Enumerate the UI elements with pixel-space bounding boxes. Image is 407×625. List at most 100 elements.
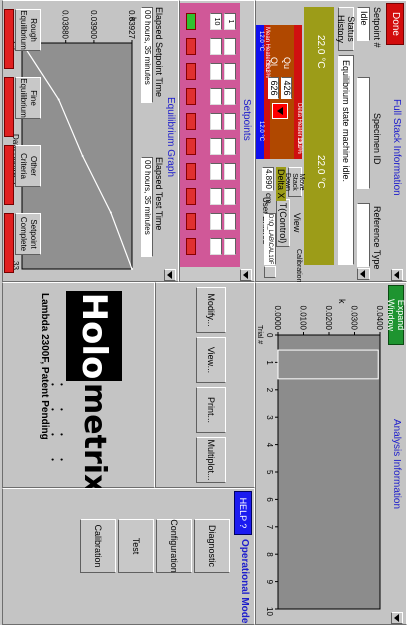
- done-button[interactable]: Done: [386, 3, 404, 45]
- setpoint-row[interactable]: [182, 186, 238, 208]
- analysis-y-tick-label: 0.0400: [375, 306, 384, 331]
- setpoint-status-led: [186, 213, 196, 230]
- logo-dots: • • • • • • • •: [48, 383, 66, 471]
- setpoint-status-led: [186, 38, 196, 55]
- eq-status-led: [4, 9, 14, 69]
- move-stack-down-button[interactable]: Move Stack Down: [285, 167, 306, 197]
- qu-field: 426: [281, 77, 292, 99]
- setpoint-label: Setpoint #: [372, 7, 382, 48]
- delta-x-field[interactable]: 4.890: [262, 167, 274, 191]
- setpoint-index-field[interactable]: [224, 138, 236, 155]
- setpoint-status-led: [186, 13, 196, 30]
- eq-data-point: [109, 211, 112, 214]
- expand-window-button[interactable]: Expand Window: [386, 285, 406, 345]
- eq-y-axis-label: k: [128, 17, 138, 22]
- analysis-y-tick-label: 0.0300: [350, 306, 359, 331]
- ql-label: Ql: [269, 57, 279, 66]
- eq-button-setpoint-complete[interactable]: Setpoint Complete: [15, 213, 41, 255]
- test-button[interactable]: Test: [118, 519, 154, 573]
- configuration-button[interactable]: Configuration: [156, 519, 192, 573]
- setpoint-value-field[interactable]: [210, 188, 222, 205]
- eq-button-rough-equilibrium[interactable]: Rough Equilibrium: [15, 9, 41, 51]
- setpoint-row[interactable]: [182, 161, 238, 183]
- setpoint-row[interactable]: [182, 236, 238, 258]
- setpoint-value-field[interactable]: [210, 238, 222, 255]
- setpoint-row[interactable]: [182, 111, 238, 133]
- logo-suffix: metrix: [77, 383, 112, 494]
- help-button[interactable]: HELP ?: [234, 491, 252, 535]
- diagnostic-button[interactable]: Diagnostic: [194, 519, 230, 573]
- eq-status-led: [4, 145, 14, 205]
- operational-mode-title: Operational Mode: [239, 539, 250, 624]
- reference-type-dropdown-icon[interactable]: [357, 268, 370, 280]
- setpoint-row[interactable]: [182, 86, 238, 108]
- setpoint-index-field[interactable]: [224, 213, 236, 230]
- elapsed-test-value: 00 hours, 35 minutes: [141, 157, 153, 257]
- hot-plate-temp-right: 22.0 °C: [315, 155, 326, 189]
- hot-plate-temp-left: 22.0 °C: [315, 35, 326, 69]
- status-history-button[interactable]: Status History: [336, 7, 356, 51]
- calibration-button[interactable]: Calibration: [80, 519, 116, 573]
- reference-type-field[interactable]: [357, 203, 370, 267]
- setpoint-field: Idle: [357, 7, 370, 41]
- analysis-x-tick-label: 7: [265, 525, 274, 530]
- setpoint-index-field[interactable]: [224, 188, 236, 205]
- tool-button-modify[interactable]: Modify...: [196, 287, 226, 333]
- eq-button-other-criteria[interactable]: Other Criteria: [15, 145, 41, 187]
- setpoint-status-led: [186, 63, 196, 80]
- setpoint-index-field[interactable]: [224, 63, 236, 80]
- eq-button-fine-equilibrium[interactable]: Fine Equilibrium: [15, 77, 41, 119]
- setpoint-value-field[interactable]: [210, 163, 222, 180]
- setpoint-value-field[interactable]: 10: [210, 13, 222, 30]
- setpoint-value-field[interactable]: [210, 113, 222, 130]
- setpoints-arrow-icon[interactable]: [240, 269, 252, 281]
- setpoint-status-led: [186, 163, 196, 180]
- collapse-arrow-icon[interactable]: [391, 269, 403, 281]
- analysis-x-tick-label: 8: [265, 552, 274, 557]
- setpoint-index-field[interactable]: [224, 38, 236, 55]
- analysis-y-tick-label: 0.0100: [299, 306, 308, 331]
- reference-type-label: Reference Type: [372, 206, 382, 270]
- setpoint-row[interactable]: [182, 61, 238, 83]
- view-button[interactable]: T(Control): [276, 199, 290, 247]
- analysis-x-tick-label: 4: [265, 443, 274, 448]
- setpoint-value-field[interactable]: [210, 63, 222, 80]
- specimen-id-field[interactable]: [357, 77, 370, 189]
- setpoint-index-field[interactable]: 1: [224, 13, 236, 30]
- specimen-id-label: Specimen ID: [372, 113, 382, 165]
- analysis-y-axis-label: k: [337, 299, 347, 304]
- setpoint-row[interactable]: [182, 136, 238, 158]
- tool-button-view[interactable]: View...: [196, 337, 226, 383]
- setpoint-value-field[interactable]: [210, 88, 222, 105]
- logo-prefix: Holo: [66, 291, 122, 381]
- logo-panel: Holo metrix • • • • • • • • Lambda 2300F…: [2, 282, 155, 494]
- plate-temp-left: 12.0 °C: [258, 31, 264, 52]
- equilibrium-arrow-icon[interactable]: [164, 269, 176, 281]
- analysis-x-tick-label: 9: [265, 580, 274, 585]
- view-label: View: [292, 213, 302, 233]
- setpoint-row[interactable]: 1 10: [182, 11, 238, 33]
- calibration-file-field[interactable]: D:\Q_LAB\CAL10F\OK.CAL: [264, 213, 276, 265]
- setpoint-row[interactable]: [182, 211, 238, 233]
- analysis-arrow-icon[interactable]: [391, 612, 403, 624]
- analysis-x-tick-label: 5: [265, 470, 274, 475]
- analysis-x-tick-label: 0: [265, 333, 274, 338]
- analysis-bar: [277, 349, 379, 380]
- setpoint-index-field[interactable]: [224, 88, 236, 105]
- setpoint-value-field[interactable]: [210, 213, 222, 230]
- eq-data-point: [81, 155, 84, 157]
- calibration-dropdown-icon[interactable]: [264, 266, 276, 278]
- analysis-x-tick-label: 1: [265, 360, 274, 365]
- setpoint-row[interactable]: [182, 36, 238, 58]
- setpoint-index-field[interactable]: [224, 163, 236, 180]
- qu-label: Qu: [282, 57, 292, 70]
- setpoint-index-field[interactable]: [224, 113, 236, 130]
- elapsed-setpoint-value: 00 hours, 35 minutes: [141, 7, 153, 103]
- setpoint-value-field[interactable]: [210, 138, 222, 155]
- setpoint-index-field[interactable]: [224, 238, 236, 255]
- tool-button-print[interactable]: Print...: [196, 387, 226, 433]
- analysis-x-axis-label: Trial #: [256, 325, 263, 344]
- setpoint-value-field[interactable]: [210, 38, 222, 55]
- tool-button-multiplot[interactable]: Multiplot...: [196, 437, 226, 483]
- analysis-title: Analysis Information: [391, 419, 402, 510]
